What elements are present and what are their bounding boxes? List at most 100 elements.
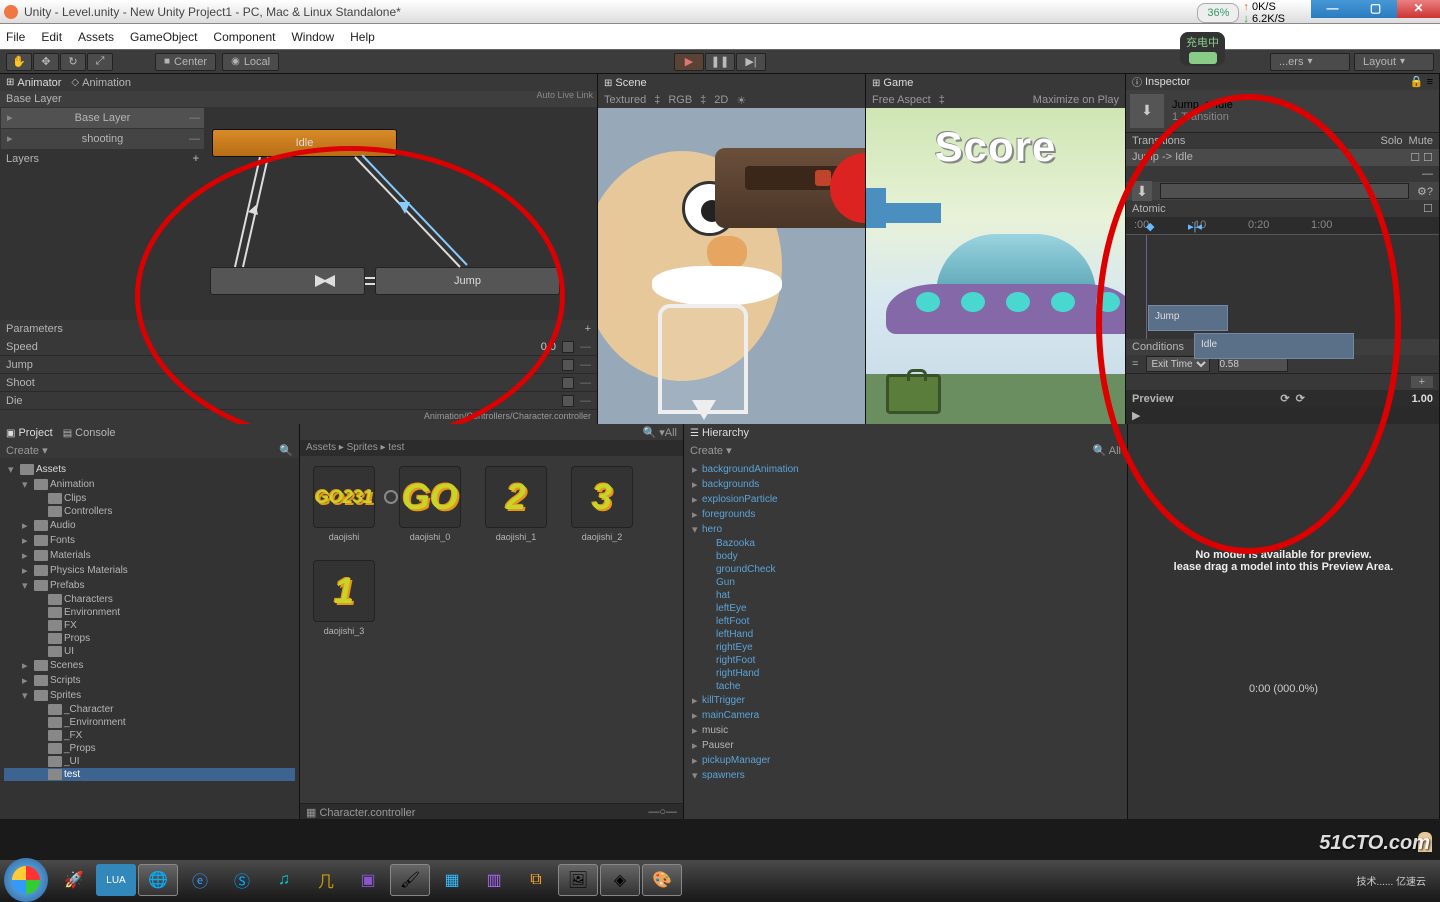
state-jump[interactable]: Jump [375,267,560,295]
layer-base[interactable]: ▸Base Layer— [1,108,204,128]
hierarchy-maincamera[interactable]: ▸mainCamera [688,708,1123,723]
state-graph[interactable]: ▸Base Layer— ▸shooting— Layers+ Idle Jum… [0,107,597,320]
step-button[interactable]: ▶| [736,53,766,71]
tree-sprites[interactable]: ▾ Sprites [4,688,295,703]
asset-daojishi_0[interactable]: GOdaojishi_0 [396,466,464,542]
2d-toggle[interactable]: 2D [714,94,728,106]
tree-prefabs[interactable]: ▾ Prefabs [4,578,295,593]
taskbar-photos[interactable]: 🖼 [558,864,598,896]
hierarchy-body[interactable]: body [688,550,1123,563]
hierarchy-rightfoot[interactable]: rightFoot [688,654,1123,667]
menu-component[interactable]: Component [213,30,275,44]
taskbar-rocket[interactable]: 🚀 [54,864,94,896]
auto-live-link[interactable]: Auto Live Link [536,90,593,100]
taskbar-app4[interactable]: ▥ [474,864,514,896]
inspector-lock-icon[interactable]: 🔒 ≡ [1410,75,1433,88]
tree-_character[interactable]: _Character [4,703,295,716]
tree-_props[interactable]: _Props [4,742,295,755]
hierarchy-bazooka[interactable]: Bazooka [688,537,1123,550]
tree-environment[interactable]: Environment [4,606,295,619]
tab-animator[interactable]: ⊞ Animator [6,77,61,89]
add-param-button[interactable]: + [585,323,591,335]
transition-timeline[interactable]: :00 :10 0:20 1:00 ◆ ▸|◂ Jump Idle [1126,217,1439,339]
tab-animation[interactable]: ◇ Animation [71,77,131,89]
remove-transition[interactable]: — [1422,168,1433,180]
taskbar-app3[interactable]: ▦ [432,864,472,896]
tree-scripts[interactable]: ▸ Scripts [4,673,295,688]
tab-game[interactable]: ⊞ Game [872,77,913,89]
state-idle[interactable]: Idle [212,129,397,157]
move-tool[interactable]: ✥ [33,53,59,71]
asset-daojishi[interactable]: GO231daojishi [310,466,378,542]
hierarchy-backgrounds[interactable]: ▸backgrounds [688,477,1123,492]
timeline-jump[interactable]: Jump [1148,305,1228,331]
maximize-button[interactable]: ▢ [1354,0,1397,18]
taskbar-chrome[interactable]: 🌐 [138,864,178,896]
menu-gameobject[interactable]: GameObject [130,30,197,44]
taskbar-lua[interactable]: LUA [96,864,136,896]
timeline-idle[interactable]: Idle [1194,333,1354,359]
add-layer-button[interactable]: + [193,153,199,165]
state-unnamed[interactable] [210,267,365,295]
search-icon[interactable]: 🔍 [279,444,293,457]
taskbar-app1[interactable]: ♫ [264,864,304,896]
param-die[interactable]: Die— [0,392,597,410]
tree-_ui[interactable]: _UI [4,755,295,768]
asset-daojishi_1[interactable]: 2daojishi_1 [482,466,550,542]
tab-inspector[interactable]: ⓘ Inspector [1132,74,1190,89]
tree-materials[interactable]: ▸ Materials [4,548,295,563]
taskbar-tray[interactable]: 技术...... 亿速云 [1347,873,1436,888]
shading-mode[interactable]: Textured [604,94,646,106]
taskbar-app2[interactable]: 几 [306,864,346,896]
tree-clips[interactable]: Clips [4,492,295,505]
tree-_environment[interactable]: _Environment [4,716,295,729]
menu-file[interactable]: File [6,30,25,44]
hierarchy-righteye[interactable]: rightEye [688,641,1123,654]
menu-help[interactable]: Help [350,30,375,44]
taskbar-ie[interactable]: ⓔ [180,864,220,896]
tree-test[interactable]: test [4,768,295,781]
hierarchy-killtrigger[interactable]: ▸killTrigger [688,693,1123,708]
hierarchy-pickupmanager[interactable]: ▸pickupManager [688,753,1123,768]
tree-characters[interactable]: Characters [4,593,295,606]
tree-audio[interactable]: ▸ Audio [4,518,295,533]
tree-props[interactable]: Props [4,632,295,645]
aspect-dropdown[interactable]: Free Aspect [872,94,931,106]
play-button[interactable]: ▶ [674,53,704,71]
pivot-toggle[interactable]: ■ Center [155,53,216,71]
hierarchy-spawners[interactable]: ▾spawners [688,768,1123,783]
tree-physics-materials[interactable]: ▸ Physics Materials [4,563,295,578]
tree-controllers[interactable]: Controllers [4,505,295,518]
start-button[interactable] [4,858,48,902]
layer-shooting[interactable]: ▸shooting— [1,129,204,149]
preview-ik-icon[interactable]: ⟳ [1280,392,1289,405]
close-button[interactable]: ✕ [1397,0,1440,18]
preview-speed-icon[interactable]: ⟳ [1296,392,1305,405]
tree-fx[interactable]: FX [4,619,295,632]
menu-assets[interactable]: Assets [78,30,114,44]
scale-tool[interactable]: ⤢ [87,53,113,71]
menu-edit[interactable]: Edit [41,30,62,44]
param-jump[interactable]: Jump— [0,356,597,374]
hierarchy-leftfoot[interactable]: leftFoot [688,615,1123,628]
settings-icon[interactable]: ⚙? [1417,185,1433,198]
render-mode[interactable]: RGB [668,94,692,106]
taskbar-vs[interactable]: ▣ [348,864,388,896]
menu-window[interactable]: Window [291,30,334,44]
hierarchy-explosionparticle[interactable]: ▸explosionParticle [688,492,1123,507]
tree-_fx[interactable]: _FX [4,729,295,742]
hierarchy-foregrounds[interactable]: ▸foregrounds [688,507,1123,522]
scene-viewport[interactable] [598,108,865,424]
atomic-checkbox[interactable]: ☐ [1423,202,1433,215]
hierarchy-music[interactable]: ▸music [688,723,1123,738]
tab-scene[interactable]: ⊞ Scene [604,77,647,89]
hierarchy-pauser[interactable]: ▸Pauser [688,738,1123,753]
hierarchy-tache[interactable]: tache [688,680,1123,693]
pause-button[interactable]: ❚❚ [705,53,735,71]
taskbar-unity[interactable]: ◈ [600,864,640,896]
taskbar-paint[interactable]: 🎨 [642,864,682,896]
hierarchy-gun[interactable]: Gun [688,576,1123,589]
breadcrumb[interactable]: Assets ▸ Sprites ▸ test [300,440,683,456]
create-dropdown[interactable]: Create ▾ [690,444,732,457]
hierarchy-backgroundanimation[interactable]: ▸backgroundAnimation [688,462,1123,477]
